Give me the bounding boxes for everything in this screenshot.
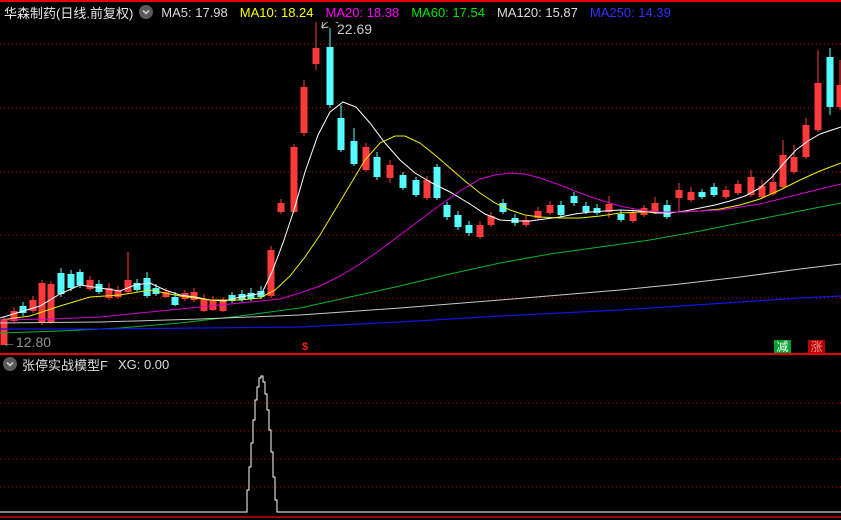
ma-value-labels: MA5: 17.98 MA10: 18.24 MA20: 18.38 MA60: 17… [161, 5, 683, 20]
candle [386, 165, 394, 178]
stock-app-window: 华森制药(日线.前复权) MA5: 17.98 MA10: 18.24 MA20: … [0, 0, 841, 520]
price-low-label: ←12.80 [2, 334, 51, 350]
candle [454, 215, 462, 227]
candle [76, 272, 84, 285]
candle [86, 280, 94, 289]
candle [476, 225, 484, 237]
stock-title: 华森制药(日线.前复权) [4, 5, 134, 21]
candle [124, 280, 132, 292]
candle [350, 141, 358, 164]
candle [67, 274, 75, 288]
ma250-line [0, 295, 841, 330]
candle [300, 87, 308, 133]
candle [570, 196, 578, 203]
price-high-label: 22.69 [337, 22, 372, 37]
candle [617, 214, 625, 220]
signal-spike-layer [0, 375, 841, 518]
candle [443, 205, 451, 217]
candle [629, 213, 637, 221]
money-flag-marker: $ [302, 341, 309, 353]
candle [593, 208, 601, 213]
candle [663, 205, 671, 217]
candle [651, 203, 659, 212]
candle [277, 203, 285, 212]
main-gridlines [0, 43, 841, 299]
candle [337, 118, 345, 150]
chevron-down-icon[interactable] [3, 357, 17, 371]
indicator-panel-header: 张停实战模型F XG: 0.00 [0, 356, 841, 373]
candle [698, 192, 706, 197]
candle [326, 47, 334, 105]
candle [399, 175, 407, 188]
candle [190, 292, 198, 300]
candle [143, 278, 151, 296]
ma-label: MA60: 17.54 [411, 4, 485, 20]
candle [57, 273, 65, 294]
indicator-name: 张停实战模型F [22, 357, 108, 373]
ma-label: MA20: 18.38 [325, 4, 400, 20]
ma-label: MA5: 17.98 [161, 4, 228, 20]
candle [710, 187, 718, 195]
candle [171, 297, 179, 305]
candle [675, 190, 683, 198]
candle [312, 48, 320, 64]
signal-indicator-chart[interactable] [0, 372, 841, 520]
candle [114, 291, 122, 297]
candle [758, 186, 766, 197]
ma60-line [0, 202, 841, 334]
ma-label: MA10: 18.24 [239, 4, 314, 20]
candle [557, 205, 565, 215]
ma-label: MA250: 14.39 [589, 4, 671, 20]
chevron-down-icon[interactable] [139, 5, 154, 19]
candle [423, 180, 431, 198]
candle-layer [0, 22, 841, 345]
candle [722, 190, 730, 197]
candle [826, 57, 834, 107]
indicator-xg-value: XG: 0.00 [117, 356, 170, 372]
ma-label: MA120: 15.87 [496, 4, 578, 20]
candle [47, 284, 55, 322]
candle [836, 85, 841, 107]
candle [582, 206, 590, 212]
candle [687, 192, 695, 200]
candle [790, 157, 798, 172]
sub-gridlines [0, 402, 841, 488]
candle [373, 157, 381, 177]
signal-spike [0, 375, 841, 513]
price-high-arrow-icon [321, 22, 339, 29]
candle [200, 299, 208, 311]
candle [219, 300, 227, 311]
main-candlestick-chart[interactable]: 22.69 ←12.80 [0, 22, 841, 353]
candle [433, 167, 441, 198]
main-chart-header: 华森制药(日线.前复权) MA5: 17.98 MA10: 18.24 MA20: … [0, 2, 841, 22]
candle [734, 184, 742, 193]
candle [546, 205, 554, 213]
panel-separator-line[interactable] [0, 353, 841, 355]
candle [814, 83, 822, 130]
candle [465, 225, 473, 233]
candle [779, 155, 787, 187]
candle [412, 180, 420, 195]
